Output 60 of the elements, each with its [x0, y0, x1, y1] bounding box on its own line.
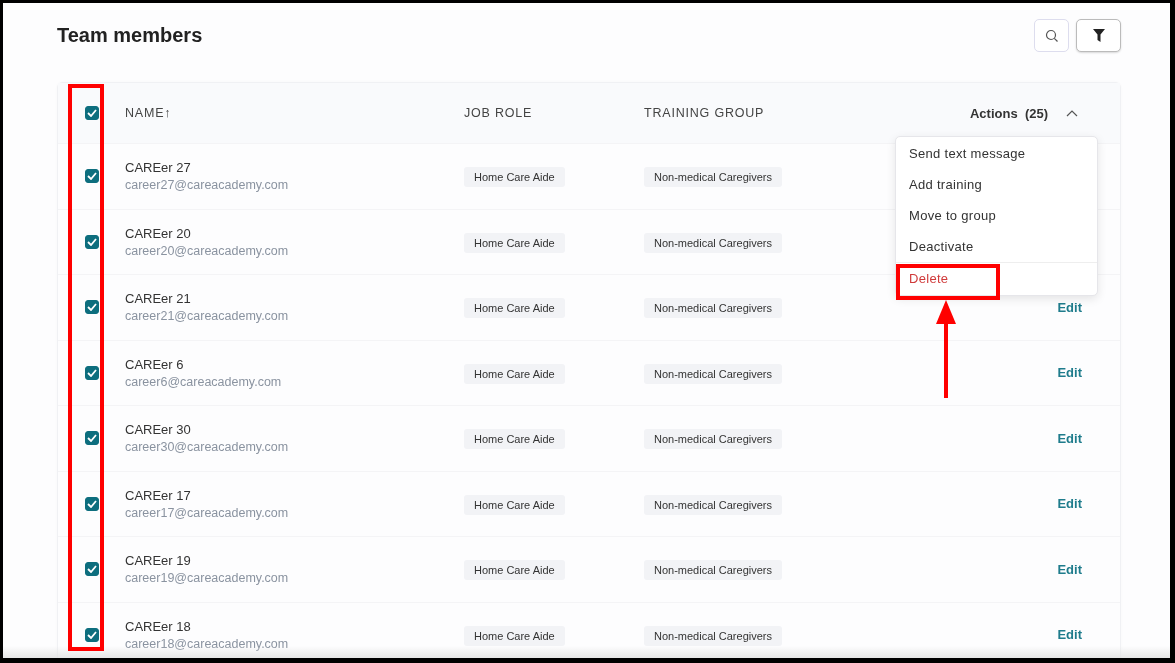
member-name: CAREer 30: [125, 422, 192, 438]
column-header[interactable]: NAME↑: [125, 106, 464, 120]
training-group-tag: Non-medical Caregivers: [644, 625, 782, 646]
training-group-tag: Non-medical Caregivers: [644, 494, 782, 515]
member-email: career17@careacademy.com: [125, 505, 290, 520]
row-checkbox[interactable]: [84, 169, 99, 184]
training-group-tag: Non-medical Caregivers: [644, 560, 782, 581]
search-icon: [1044, 28, 1059, 43]
training-group-tag: Non-medical Caregivers: [644, 167, 782, 188]
member-name: CAREer 6: [125, 356, 185, 372]
member-email: career20@careacademy.com: [125, 243, 290, 258]
row-checkbox[interactable]: [84, 300, 99, 315]
page-title: Team members: [57, 24, 203, 47]
job-role-tag: Home Care Aide: [464, 625, 565, 646]
edit-link[interactable]: Edit: [1057, 430, 1082, 446]
edit-link[interactable]: Edit: [1057, 627, 1082, 643]
member-email: career27@careacademy.com: [125, 178, 290, 193]
menu-item[interactable]: Deactivate: [896, 231, 1097, 262]
select-all-checkbox[interactable]: [84, 106, 99, 120]
training-group-tag: Non-medical Caregivers: [644, 298, 782, 319]
job-role-tag: Home Care Aide: [464, 298, 565, 319]
menu-item[interactable]: Send text message: [896, 138, 1097, 169]
training-group-tag: Non-medical Caregivers: [644, 232, 782, 253]
member-email: career6@careacademy.com: [125, 374, 283, 389]
row-checkbox[interactable]: [84, 496, 99, 511]
row-checkbox[interactable]: [84, 627, 99, 642]
job-role-tag: Home Care Aide: [464, 560, 565, 581]
menu-item[interactable]: Add training: [896, 169, 1097, 200]
row-checkbox[interactable]: [84, 365, 99, 380]
member-email: career19@careacademy.com: [125, 571, 290, 586]
training-group-tag: Non-medical Caregivers: [644, 363, 782, 384]
funnel-icon: [1092, 29, 1105, 42]
edit-link[interactable]: Edit: [1057, 365, 1082, 381]
job-role-tag: Home Care Aide: [464, 232, 565, 253]
row-checkbox[interactable]: [84, 234, 99, 249]
job-role-tag: Home Care Aide: [464, 167, 565, 188]
edit-link[interactable]: Edit: [1057, 299, 1082, 315]
chevron-icon: [1066, 109, 1078, 117]
member-name: CAREer 18: [125, 618, 192, 634]
row-checkbox[interactable]: [84, 431, 99, 446]
menu-item[interactable]: Move to group: [896, 200, 1097, 231]
job-role-tag: Home Care Aide: [464, 429, 565, 450]
search-button[interactable]: [1034, 19, 1069, 52]
member-email: career18@careacademy.com: [125, 636, 290, 651]
member-name: CAREer 27: [125, 160, 192, 176]
member-name: CAREer 19: [125, 553, 192, 569]
member-name: CAREer 21: [125, 291, 192, 307]
job-role-tag: Home Care Aide: [464, 494, 565, 515]
row-checkbox[interactable]: [84, 562, 99, 577]
training-group-tag: Non-medical Caregivers: [644, 429, 782, 450]
column-header: TRAINING GROUP: [644, 106, 766, 120]
member-email: career21@careacademy.com: [125, 309, 290, 324]
member-name: CAREer 20: [125, 225, 192, 241]
filter-button[interactable]: [1076, 19, 1121, 52]
member-name: CAREer 17: [125, 487, 192, 503]
column-header: JOB ROLE: [464, 106, 534, 120]
edit-link[interactable]: Edit: [1057, 561, 1082, 577]
member-email: career30@careacademy.com: [125, 440, 290, 455]
edit-link[interactable]: Edit: [1057, 496, 1082, 512]
job-role-tag: Home Care Aide: [464, 363, 565, 384]
